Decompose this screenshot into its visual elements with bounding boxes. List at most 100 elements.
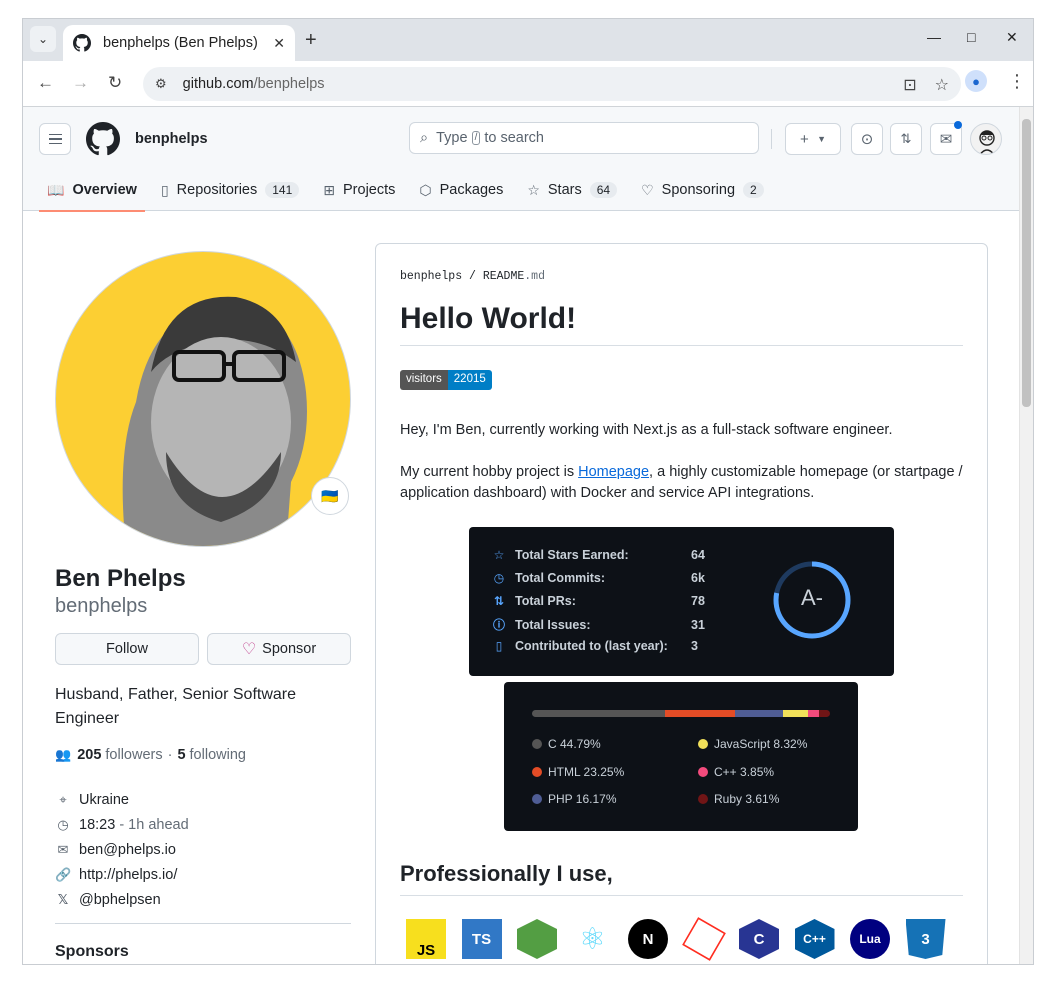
language-label: PHP 16.17% bbox=[548, 792, 617, 806]
issue-icon: ⓘ bbox=[492, 618, 505, 633]
browser-toolbar: ← → ↻ ⚙ github.com/benphelps ⊡ ☆ ● ⋮ bbox=[23, 61, 1033, 107]
install-app-icon[interactable]: ⊡ bbox=[903, 75, 916, 95]
star-icon: ☆ bbox=[493, 548, 505, 562]
localtime-row: ◷ 18:23 - 1h ahead bbox=[55, 812, 188, 837]
header-divider bbox=[771, 129, 772, 149]
stat-row: ◷ Total Commits: 6k bbox=[491, 571, 705, 585]
stat-label: Contributed to (last year): bbox=[515, 639, 668, 654]
typescript-icon: TS bbox=[461, 919, 502, 959]
avatar-illustration bbox=[979, 130, 995, 154]
follow-button[interactable]: Follow bbox=[55, 633, 199, 665]
crumb-file-link[interactable]: README.md bbox=[483, 270, 545, 283]
maximize-icon[interactable]: □ bbox=[967, 29, 975, 45]
readme-box: benphelps / README.md Hello World! visit… bbox=[375, 243, 988, 964]
vcard-details: ⌖ Ukraine ◷ 18:23 - 1h ahead ✉ ben@phelp… bbox=[55, 787, 189, 912]
stars-count: 64 bbox=[589, 182, 618, 198]
scrollbar-thumb[interactable] bbox=[1022, 119, 1031, 407]
language-progress-bar bbox=[532, 710, 830, 717]
close-window-icon[interactable]: ✕ bbox=[1006, 29, 1018, 46]
site-settings-icon[interactable]: ⚙ bbox=[155, 76, 167, 92]
chevron-down-icon: ⌄ bbox=[37, 32, 49, 46]
following-link[interactable]: 5 following bbox=[177, 747, 246, 763]
crumb-user-link[interactable]: benphelps bbox=[400, 270, 462, 283]
github-logo-icon[interactable] bbox=[86, 122, 120, 156]
back-icon[interactable]: ← bbox=[37, 73, 54, 93]
profile-full-name: Ben Phelps bbox=[55, 565, 186, 592]
browser-menu-icon[interactable]: ⋮ bbox=[1008, 71, 1026, 92]
header-username[interactable]: benphelps bbox=[135, 131, 208, 147]
link-icon: 🔗 bbox=[55, 866, 72, 882]
repo-icon: ▯ bbox=[495, 639, 503, 654]
clock-icon: ◷ bbox=[57, 816, 69, 832]
sponsor-button[interactable]: ♡ Sponsor bbox=[207, 633, 351, 665]
minimize-icon[interactable]: — bbox=[927, 29, 941, 45]
github-stats-card: A- ☆ Total Stars Earned: 64 ◷ Total Commits:… bbox=[469, 527, 894, 676]
website-row[interactable]: 🔗 http://phelps.io/ bbox=[55, 862, 189, 887]
address-bar[interactable]: ⚙ github.com/benphelps ⊡ ☆ bbox=[143, 67, 961, 101]
visitors-badge: visitors 22015 bbox=[400, 370, 492, 390]
language-color-dot bbox=[698, 766, 708, 777]
laravel-icon bbox=[681, 917, 726, 961]
nextjs-icon: N bbox=[628, 919, 668, 959]
bookmark-star-icon[interactable]: ☆ bbox=[935, 75, 949, 95]
table-icon: ⊞ bbox=[323, 181, 336, 198]
new-tab-icon[interactable]: + bbox=[305, 29, 317, 52]
hobby-paragraph: My current hobby project is Homepage, a … bbox=[400, 464, 963, 501]
language-legend-item: HTML 23.25% bbox=[532, 765, 624, 779]
location-icon: ⌖ bbox=[59, 791, 67, 807]
heading-rule bbox=[400, 345, 963, 346]
package-icon: ⬡ bbox=[419, 181, 432, 198]
javascript-icon: JS bbox=[406, 919, 446, 959]
language-legend-item: C 44.79% bbox=[532, 737, 601, 751]
search-input[interactable]: ⌕ Type / to search bbox=[409, 122, 759, 154]
tab-overview[interactable]: 📖 Overview bbox=[39, 169, 145, 212]
stat-label: Total Commits: bbox=[515, 570, 606, 585]
pull-requests-button[interactable]: ⇅ bbox=[890, 123, 922, 155]
language-bar-segment bbox=[532, 710, 666, 717]
tab-repositories[interactable]: ▯ Repositories 141 bbox=[153, 169, 307, 211]
repositories-count: 141 bbox=[265, 182, 300, 198]
tab-sponsoring[interactable]: ♡ Sponsoring 2 bbox=[633, 169, 772, 211]
search-icon: ⌕ bbox=[420, 130, 429, 146]
profile-avatar[interactable] bbox=[55, 251, 351, 547]
close-tab-icon[interactable]: ✕ bbox=[273, 35, 285, 52]
status-emoji-badge[interactable]: 🇺🇦 bbox=[311, 477, 349, 515]
mail-icon: ✉ bbox=[57, 841, 69, 857]
stat-value: 78 bbox=[691, 593, 705, 608]
language-bar-segment bbox=[819, 710, 830, 717]
tab-packages[interactable]: ⬡ Packages bbox=[411, 169, 511, 211]
tab-stars[interactable]: ☆ Stars 64 bbox=[519, 169, 625, 211]
email-row[interactable]: ✉ ben@phelps.io bbox=[55, 837, 189, 862]
issues-button[interactable]: ⊙ bbox=[851, 123, 883, 155]
url-text: github.com/benphelps bbox=[182, 76, 325, 92]
create-new-button[interactable]: + ▼ bbox=[785, 123, 841, 155]
profile-login: benphelps bbox=[55, 595, 148, 617]
followers-link[interactable]: 205 followers bbox=[77, 747, 162, 763]
forward-icon[interactable]: → bbox=[72, 73, 89, 93]
tab-title: benphelps (Ben Phelps) bbox=[103, 35, 258, 51]
language-color-dot bbox=[698, 794, 708, 804]
homepage-link[interactable]: Homepage bbox=[578, 464, 649, 480]
tab-search-button[interactable]: ⌄ bbox=[30, 26, 56, 52]
hamburger-menu-button[interactable] bbox=[39, 123, 71, 155]
stat-label: Total PRs: bbox=[515, 593, 576, 608]
stat-value: 6k bbox=[691, 570, 705, 585]
stat-value: 3 bbox=[691, 639, 698, 654]
cpp-icon: C++ bbox=[794, 919, 835, 959]
book-icon: 📖 bbox=[47, 181, 65, 198]
css3-icon: 3 bbox=[905, 919, 946, 959]
reload-icon[interactable]: ↻ bbox=[108, 73, 122, 93]
language-legend-item: JavaScript 8.32% bbox=[698, 737, 807, 751]
browser-profile-icon[interactable]: ● bbox=[965, 70, 987, 92]
twitter-row[interactable]: 𝕏 @bphelpsen bbox=[55, 887, 189, 912]
lua-icon: Lua bbox=[850, 919, 890, 959]
sponsors-heading: Sponsors bbox=[55, 943, 129, 960]
language-color-dot bbox=[698, 739, 708, 749]
user-avatar[interactable] bbox=[970, 123, 1002, 155]
browser-tab[interactable]: benphelps (Ben Phelps) ✕ bbox=[63, 25, 295, 61]
stat-row: ☆ Total Stars Earned: 64 bbox=[491, 548, 705, 562]
language-legend-item: Ruby 3.61% bbox=[698, 792, 779, 806]
profile-photo bbox=[122, 296, 308, 546]
tab-projects[interactable]: ⊞ Projects bbox=[315, 169, 403, 211]
language-color-dot bbox=[532, 794, 542, 804]
